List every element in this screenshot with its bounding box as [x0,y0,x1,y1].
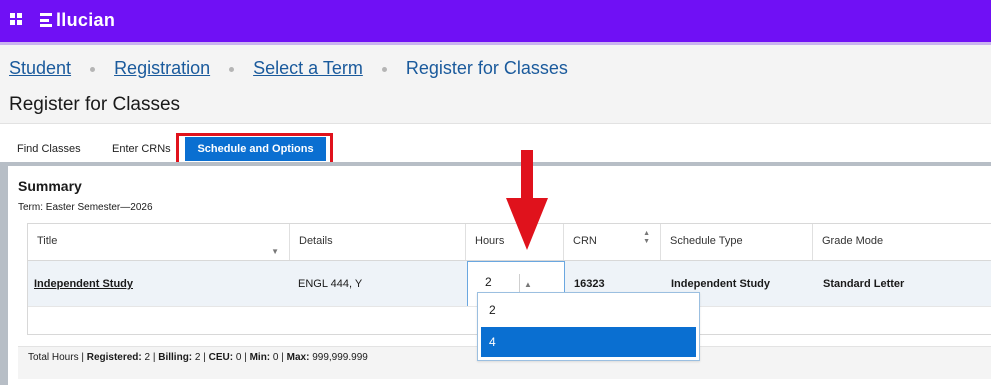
summary-title: Summary [18,178,82,194]
billing-label: Billing: [158,352,193,363]
grade-mode-value: Standard Letter [823,278,905,290]
breadcrumb-select-term[interactable]: Select a Term [253,58,363,79]
max-label: Max: [286,352,310,363]
logo-mark-icon [40,12,54,28]
red-arrow-annotation [506,150,548,250]
totals-label: Total Hours | [28,352,87,363]
hours-option-2[interactable]: 2 [481,295,696,325]
arrow-head [506,198,548,250]
column-header-schedule-type[interactable]: Schedule Type [661,224,813,260]
column-hours-label: Hours [475,235,505,247]
registered-label: Registered: [86,352,142,363]
breadcrumb: Student Registration Select a Term Regis… [9,58,568,79]
arrow-shaft [521,150,533,202]
app-grid-icon[interactable] [10,13,22,25]
breadcrumb-separator [381,67,387,72]
hours-dropdown-list: 2 4 [477,292,700,361]
column-header-crn[interactable]: CRN ▲ ▼ [564,224,661,260]
tab-find-classes[interactable]: Find Classes [17,143,81,155]
column-grade-mode-label: Grade Mode [822,235,884,247]
breadcrumb-separator [90,67,96,72]
breadcrumb-separator [229,67,235,72]
page-title: Register for Classes [9,94,181,115]
sort-toggle-icon[interactable]: ▲ ▼ [643,230,650,246]
term-line: Term: Easter Semester—2026 [18,202,153,213]
ceu-label: CEU: [208,352,234,363]
top-bar: llucian [0,0,991,45]
column-header-title[interactable]: Title ▼ [28,224,290,260]
breadcrumb-registration[interactable]: Registration [114,58,210,79]
column-title-label: Title [37,235,58,247]
column-schedule-type-label: Schedule Type [670,235,743,247]
column-crn-label: CRN [573,235,597,247]
term-label: Term: [18,202,43,213]
term-value: Easter Semester—2026 [45,202,153,213]
dropdown-arrow-icon[interactable]: ▲ [519,274,536,294]
min-label: Min: [249,352,271,363]
logo-text: llucian [56,9,116,30]
column-header-details[interactable]: Details [290,224,466,260]
ceu-value: 0 | [233,352,250,363]
min-value: 0 | [270,352,287,363]
registered-value: 2 | [141,352,159,363]
hours-value: 2 [485,275,492,289]
tab-schedule-options[interactable]: Schedule and Options [185,137,326,161]
breadcrumb-area: Student Registration Select a Term Regis… [0,45,991,124]
ellucian-logo[interactable]: llucian [40,9,115,31]
hours-option-4[interactable]: 4 [481,327,696,357]
column-details-label: Details [299,235,333,247]
course-details: ENGL 444, Y [298,278,363,290]
billing-value: 2 | [192,352,209,363]
course-title-link[interactable]: Independent Study [28,261,290,307]
tab-enter-crns[interactable]: Enter CRNs [112,143,171,155]
tab-bar: Find Classes Enter CRNs Schedule and Opt… [0,133,991,167]
breadcrumb-student[interactable]: Student [9,58,71,79]
breadcrumb-current: Register for Classes [405,58,568,78]
column-header-grade-mode[interactable]: Grade Mode [813,224,991,260]
max-value: 999,999.999 [309,352,368,363]
